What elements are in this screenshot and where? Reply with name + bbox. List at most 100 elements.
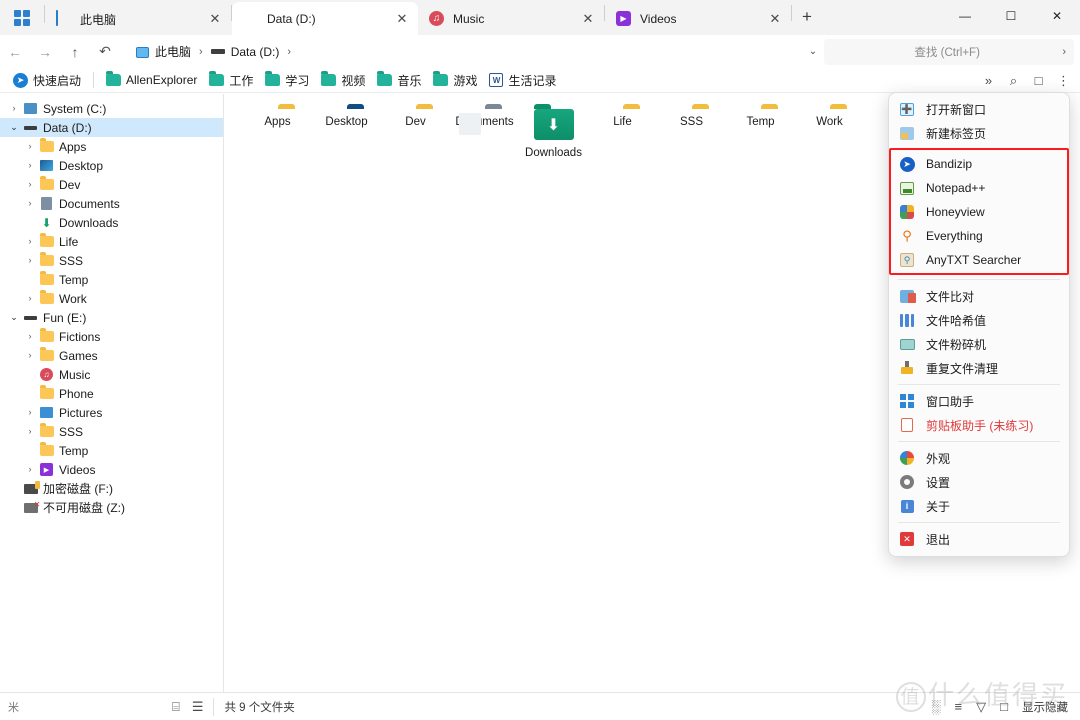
menu-item-clipboard-helper[interactable]: 剪贴板助手 (未练习) [889, 413, 1069, 437]
sidebar-item-temp-e[interactable]: Temp [0, 441, 223, 460]
chevron-right-icon[interactable]: › [22, 346, 38, 365]
tab-videos[interactable]: ▶ Videos ✕ [605, 3, 791, 35]
bookmark-work[interactable]: 工作 [204, 70, 258, 91]
chevron-right-icon[interactable]: › [22, 289, 38, 308]
menu-item-file-shredder[interactable]: 文件粉碎机 [889, 332, 1069, 356]
sidebar-item-dev[interactable]: › Dev [0, 175, 223, 194]
breadcrumb-item-this-pc[interactable]: 此电脑 [133, 41, 194, 62]
chevron-down-icon[interactable]: ⌄ [6, 118, 22, 137]
sidebar-item-apps[interactable]: › Apps [0, 137, 223, 156]
sidebar-item-games[interactable]: › Games [0, 346, 223, 365]
sidebar-item-life[interactable]: › Life [0, 232, 223, 251]
forward-button[interactable]: → [30, 38, 60, 66]
close-icon[interactable]: ✕ [578, 9, 598, 29]
tiles-view-icon[interactable]: ░ [931, 699, 940, 714]
menu-item-file-compare[interactable]: 文件比对 [889, 284, 1069, 308]
menu-item-open-new-window[interactable]: ➕ 打开新窗口 [889, 97, 1069, 121]
sidebar-item-desktop[interactable]: › Desktop [0, 156, 223, 175]
tab-music[interactable]: ♫ Music ✕ [418, 3, 604, 35]
apps-grid-button[interactable] [0, 0, 44, 35]
menu-item-new-tab[interactable]: 新建标签页 [889, 121, 1069, 145]
close-window-button[interactable]: ✕ [1034, 0, 1080, 32]
chevron-right-icon[interactable]: › [6, 99, 22, 118]
menu-item-bandizip[interactable]: ➤ Bandizip [889, 152, 1069, 176]
new-tab-button[interactable]: + [792, 2, 822, 32]
breadcrumb-item-data-d[interactable]: Data (D:) [208, 43, 283, 61]
menu-item-notepadpp[interactable]: Notepad++ [889, 176, 1069, 200]
menu-item-settings[interactable]: 设置 [889, 470, 1069, 494]
sidebar-item-sss[interactable]: › SSS [0, 251, 223, 270]
menu-item-appearance[interactable]: 外观 [889, 446, 1069, 470]
list-item[interactable]: SSS [657, 104, 726, 174]
chevron-right-icon[interactable]: › [22, 232, 38, 251]
menu-item-exit[interactable]: ✕ 退出 [889, 527, 1069, 551]
maximize-button[interactable]: ☐ [988, 0, 1034, 32]
sidebar-item-fun-e[interactable]: ⌄ Fun (E:) [0, 308, 223, 327]
quick-launch-button[interactable]: ➤ 快速启动 [8, 70, 86, 91]
pane-icon[interactable]: □ [1026, 70, 1051, 92]
sidebar-item-documents[interactable]: › Documents [0, 194, 223, 213]
navigation-pane[interactable]: › System (C:) ⌄ Data (D:) › Apps › Deskt… [0, 94, 224, 692]
filter-icon[interactable]: ▽ [976, 699, 986, 715]
list-item[interactable]: Documents [450, 104, 519, 174]
back-button[interactable]: ← [0, 38, 30, 66]
menu-item-file-hash[interactable]: 文件哈希值 [889, 308, 1069, 332]
list-item[interactable]: Life [588, 104, 657, 174]
close-icon[interactable]: ✕ [765, 9, 785, 29]
recent-locations-button[interactable]: ↶ [90, 38, 120, 66]
chevron-right-icon[interactable]: › [22, 137, 38, 156]
list-item[interactable]: Dev [381, 104, 450, 174]
more-menu-icon[interactable]: ⋮ [1051, 70, 1076, 92]
breadcrumb[interactable]: 此电脑 › Data (D:) › [127, 39, 802, 65]
sort-icon[interactable]: ≡ [955, 699, 963, 714]
tab-this-pc[interactable]: 此电脑 ✕ [45, 3, 231, 35]
sidebar-item-data-d[interactable]: ⌄ Data (D:) [0, 118, 223, 137]
sidebar-item-sss-e[interactable]: › SSS [0, 422, 223, 441]
search-submit-icon[interactable]: › [1062, 46, 1066, 58]
menu-item-about[interactable]: i 关于 [889, 494, 1069, 518]
search-icon[interactable]: ⌕ [1001, 70, 1026, 92]
sidebar-item-fictions[interactable]: › Fictions [0, 327, 223, 346]
overflow-menu[interactable]: ➕ 打开新窗口 新建标签页 ➤ Bandizip Notepad++ Honey… [888, 92, 1070, 557]
bookmark-games[interactable]: 游戏 [428, 70, 482, 91]
chevron-right-icon[interactable]: › [22, 251, 38, 270]
sidebar-item-unavailable-drive-z[interactable]: 不可用磁盘 (Z:) [0, 498, 223, 517]
sidebar-item-work[interactable]: › Work [0, 289, 223, 308]
chevron-right-icon[interactable]: › [22, 194, 38, 213]
sidebar-item-system-c[interactable]: › System (C:) [0, 99, 223, 118]
sidebar-item-videos[interactable]: › ▶ Videos [0, 460, 223, 479]
chevron-down-icon[interactable]: ⌄ [6, 308, 22, 327]
bookmark-allenexplorer[interactable]: AllenExplorer [101, 70, 202, 91]
list-view-icon[interactable]: ☰ [192, 699, 204, 715]
sidebar-item-encrypted-drive-f[interactable]: 加密磁盘 (F:) [0, 479, 223, 498]
chevron-down-icon[interactable]: ⌄ [802, 39, 824, 65]
close-icon[interactable]: ✕ [392, 9, 412, 29]
sidebar-item-downloads[interactable]: ⬇ Downloads [0, 213, 223, 232]
list-item[interactable]: ⬇ Downloads [519, 104, 588, 174]
sidebar-item-phone[interactable]: Phone [0, 384, 223, 403]
bookmark-music[interactable]: 音乐 [372, 70, 426, 91]
bookmark-video[interactable]: 视频 [316, 70, 370, 91]
list-item[interactable]: Apps [243, 104, 312, 174]
menu-item-honeyview[interactable]: Honeyview [889, 200, 1069, 224]
list-item[interactable]: Temp [726, 104, 795, 174]
chevron-right-icon[interactable]: › [22, 156, 38, 175]
checkbox-icon[interactable]: □ [1000, 699, 1008, 714]
sidebar-item-music[interactable]: ♫ Music [0, 365, 223, 384]
tab-data-d[interactable]: Data (D:) ✕ [232, 2, 418, 35]
show-hidden-label[interactable]: 显示隐藏 [1022, 699, 1068, 715]
list-item[interactable]: Desktop [312, 104, 381, 174]
bookmark-study[interactable]: 学习 [260, 70, 314, 91]
search-input[interactable]: 查找 (Ctrl+F) › [824, 38, 1074, 65]
chevron-right-icon[interactable]: › [22, 460, 38, 479]
chevron-right-icon[interactable]: › [22, 327, 38, 346]
sidebar-item-temp[interactable]: Temp [0, 270, 223, 289]
close-icon[interactable]: ✕ [205, 9, 225, 29]
chevron-right-icon[interactable]: › [22, 175, 38, 194]
menu-item-duplicate-cleaner[interactable]: 重复文件清理 [889, 356, 1069, 380]
menu-item-window-helper[interactable]: 窗口助手 [889, 389, 1069, 413]
chevron-right-icon[interactable]: › [22, 422, 38, 441]
menu-item-everything[interactable]: ⚲ Everything [889, 224, 1069, 248]
list-item[interactable]: Work [795, 104, 864, 174]
minimize-button[interactable]: — [942, 0, 988, 32]
